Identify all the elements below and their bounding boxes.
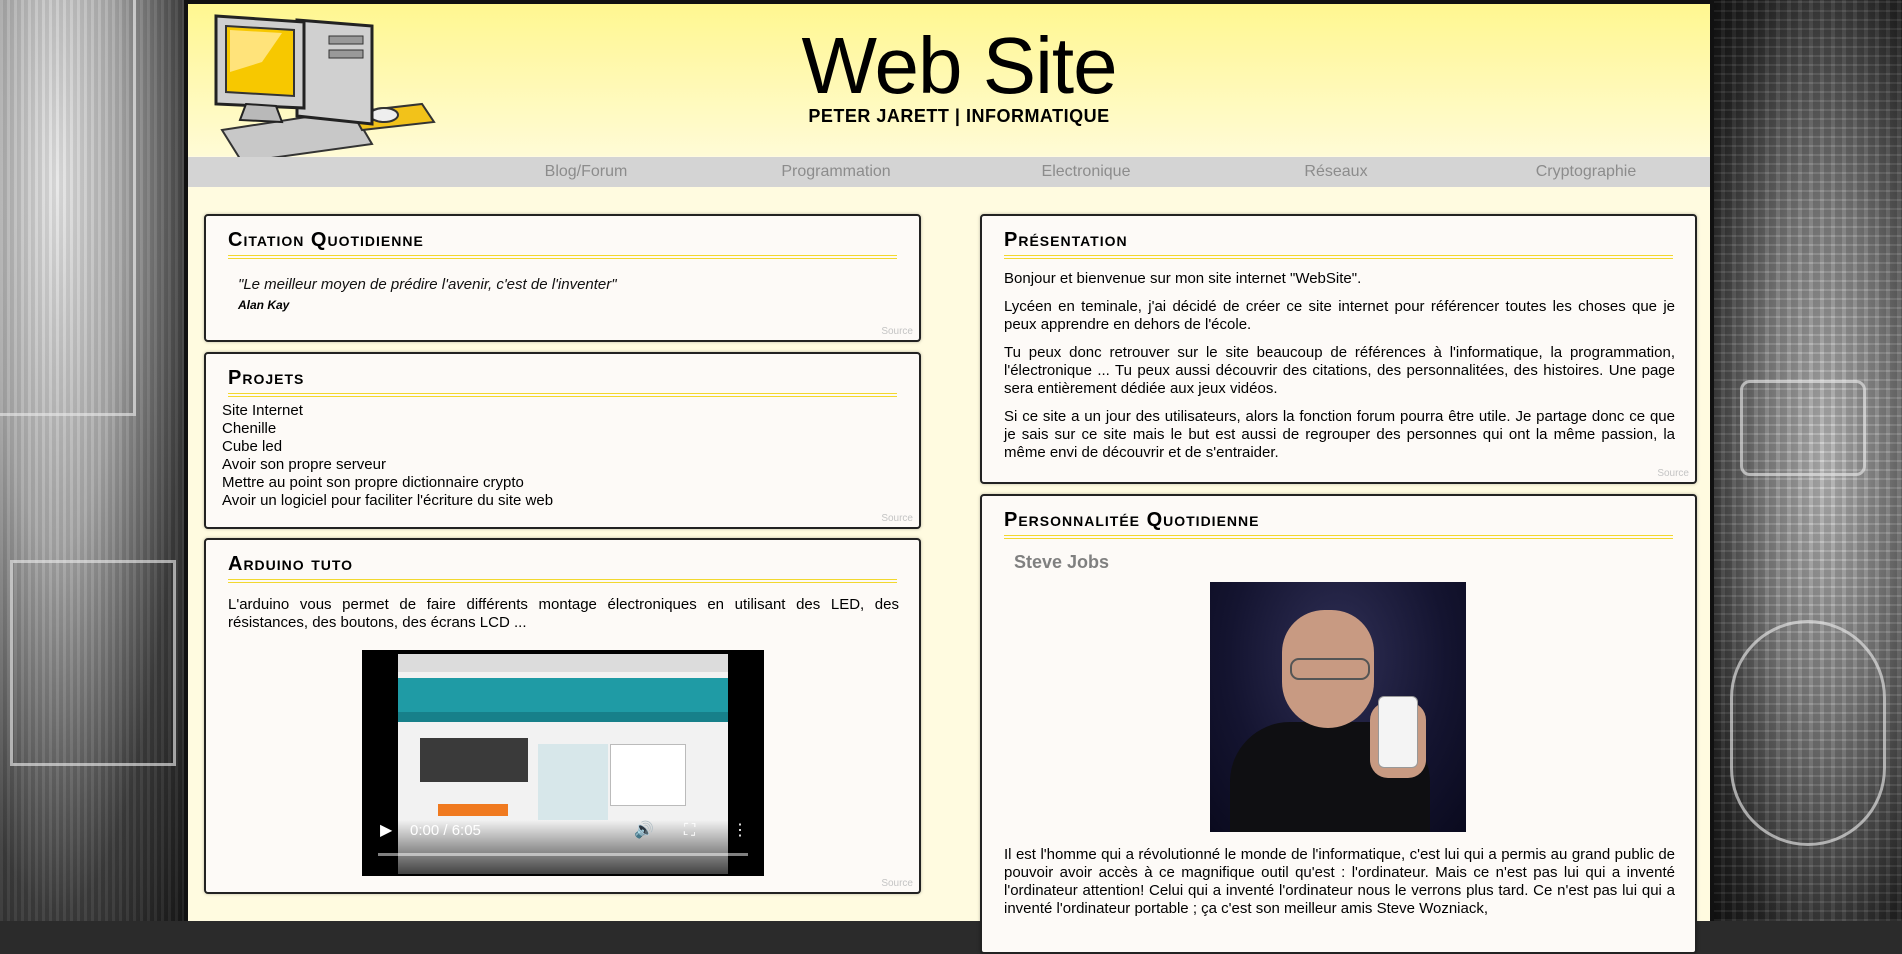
main-nav: Blog/Forum Programmation Electronique Ré…: [188, 157, 1710, 187]
volume-icon[interactable]: 🔊: [634, 820, 654, 840]
presentation-paragraph: Tu peux donc retrouver sur le site beauc…: [1004, 344, 1675, 397]
citation-heading: Citation Quotidienne: [228, 230, 897, 259]
video-orange-button: [438, 804, 508, 816]
background-decoration: [0, 0, 136, 416]
video-time: 0:00 / 6:05: [410, 822, 481, 839]
projets-heading: Projets: [228, 368, 897, 397]
nav-item-reseaux[interactable]: Réseaux: [1304, 163, 1367, 181]
page-container: Web Site PETER JARETT | INFORMATIQUE Blo…: [184, 0, 1714, 954]
play-icon[interactable]: ▶: [380, 820, 392, 840]
personnalite-panel: Personnalitée Quotidienne Steve Jobs Il …: [980, 494, 1697, 954]
video-browser-bar: [398, 654, 728, 672]
list-item: Site Internet: [222, 402, 303, 419]
source-link[interactable]: Source: [881, 513, 913, 524]
projets-list: Site Internet Chenille Cube led Avoir so…: [222, 402, 553, 510]
source-link[interactable]: Source: [1657, 468, 1689, 479]
site-subtitle: PETER JARETT | INFORMATIQUE: [808, 106, 1110, 126]
photo-glasses: [1290, 658, 1370, 680]
list-item: Chenille: [222, 420, 277, 437]
list-item: Avoir un logiciel pour faciliter l'écrit…: [222, 492, 554, 509]
video-site-nav: [398, 712, 728, 722]
list-item: Mettre au point son propre dictionnaire …: [222, 474, 524, 491]
nav-item-cryptographie[interactable]: Cryptographie: [1536, 163, 1637, 181]
fullscreen-icon[interactable]: ⛶: [684, 822, 695, 840]
presentation-paragraph: Lycéen en teminale, j'ai décidé de créer…: [1004, 298, 1675, 333]
background-decoration: [10, 560, 176, 766]
photo-phone: [1378, 696, 1418, 768]
list-item: Avoir son propre serveur: [222, 456, 386, 473]
personnalite-heading: Personnalitée Quotidienne: [1004, 510, 1673, 539]
more-options-icon[interactable]: ⋮: [732, 820, 748, 840]
source-link[interactable]: Source: [881, 326, 913, 337]
citation-quote: "Le meilleur moyen de prédire l'avenir, …: [238, 276, 617, 293]
citation-panel: Citation Quotidienne "Le meilleur moyen …: [204, 214, 921, 342]
projets-panel: Projets Site Internet Chenille Cube led …: [204, 352, 921, 529]
person-photo: [1210, 582, 1466, 832]
presentation-paragraph: Si ce site a un jour des utilisateurs, a…: [1004, 408, 1675, 461]
presentation-heading: Présentation: [1004, 230, 1673, 259]
video-casa-jasmina: [610, 744, 686, 806]
nav-item-programmation[interactable]: Programmation: [781, 163, 890, 181]
site-title: Web Site: [801, 21, 1117, 110]
source-link[interactable]: Source: [881, 878, 913, 889]
video-dialog: [420, 738, 528, 782]
background-left: [0, 0, 190, 921]
background-decoration: [1740, 380, 1866, 476]
presentation-paragraph: Bonjour et bienvenue sur mon site intern…: [1004, 270, 1362, 287]
video-controls: ▶ 0:00 / 6:05 🔊 ⛶ ⋮: [362, 820, 764, 876]
background-decoration: [1730, 620, 1886, 846]
video-site-header: [398, 678, 728, 712]
nav-item-electronique[interactable]: Electronique: [1042, 163, 1131, 181]
list-item: Cube led: [222, 438, 283, 455]
nav-item-blog-forum[interactable]: Blog/Forum: [545, 163, 628, 181]
presentation-panel: Présentation Bonjour et bienvenue sur mo…: [980, 214, 1697, 484]
site-header: Web Site PETER JARETT | INFORMATIQUE: [188, 4, 1710, 164]
video-progress-bar[interactable]: [378, 853, 748, 856]
arduino-heading: Arduino tuto: [228, 554, 897, 583]
background-right: [1710, 0, 1902, 921]
arduino-text: L'arduino vous permet de faire différent…: [228, 596, 899, 631]
video-product-image: [538, 744, 608, 820]
arduino-panel: Arduino tuto L'arduino vous permet de fa…: [204, 538, 921, 894]
video-player[interactable]: ▶ 0:00 / 6:05 🔊 ⛶ ⋮: [362, 650, 764, 876]
person-name: Steve Jobs: [1014, 552, 1110, 572]
personnalite-text: Il est l'homme qui a révolutionné le mon…: [1004, 846, 1675, 917]
citation-author: Alan Kay: [238, 298, 290, 312]
